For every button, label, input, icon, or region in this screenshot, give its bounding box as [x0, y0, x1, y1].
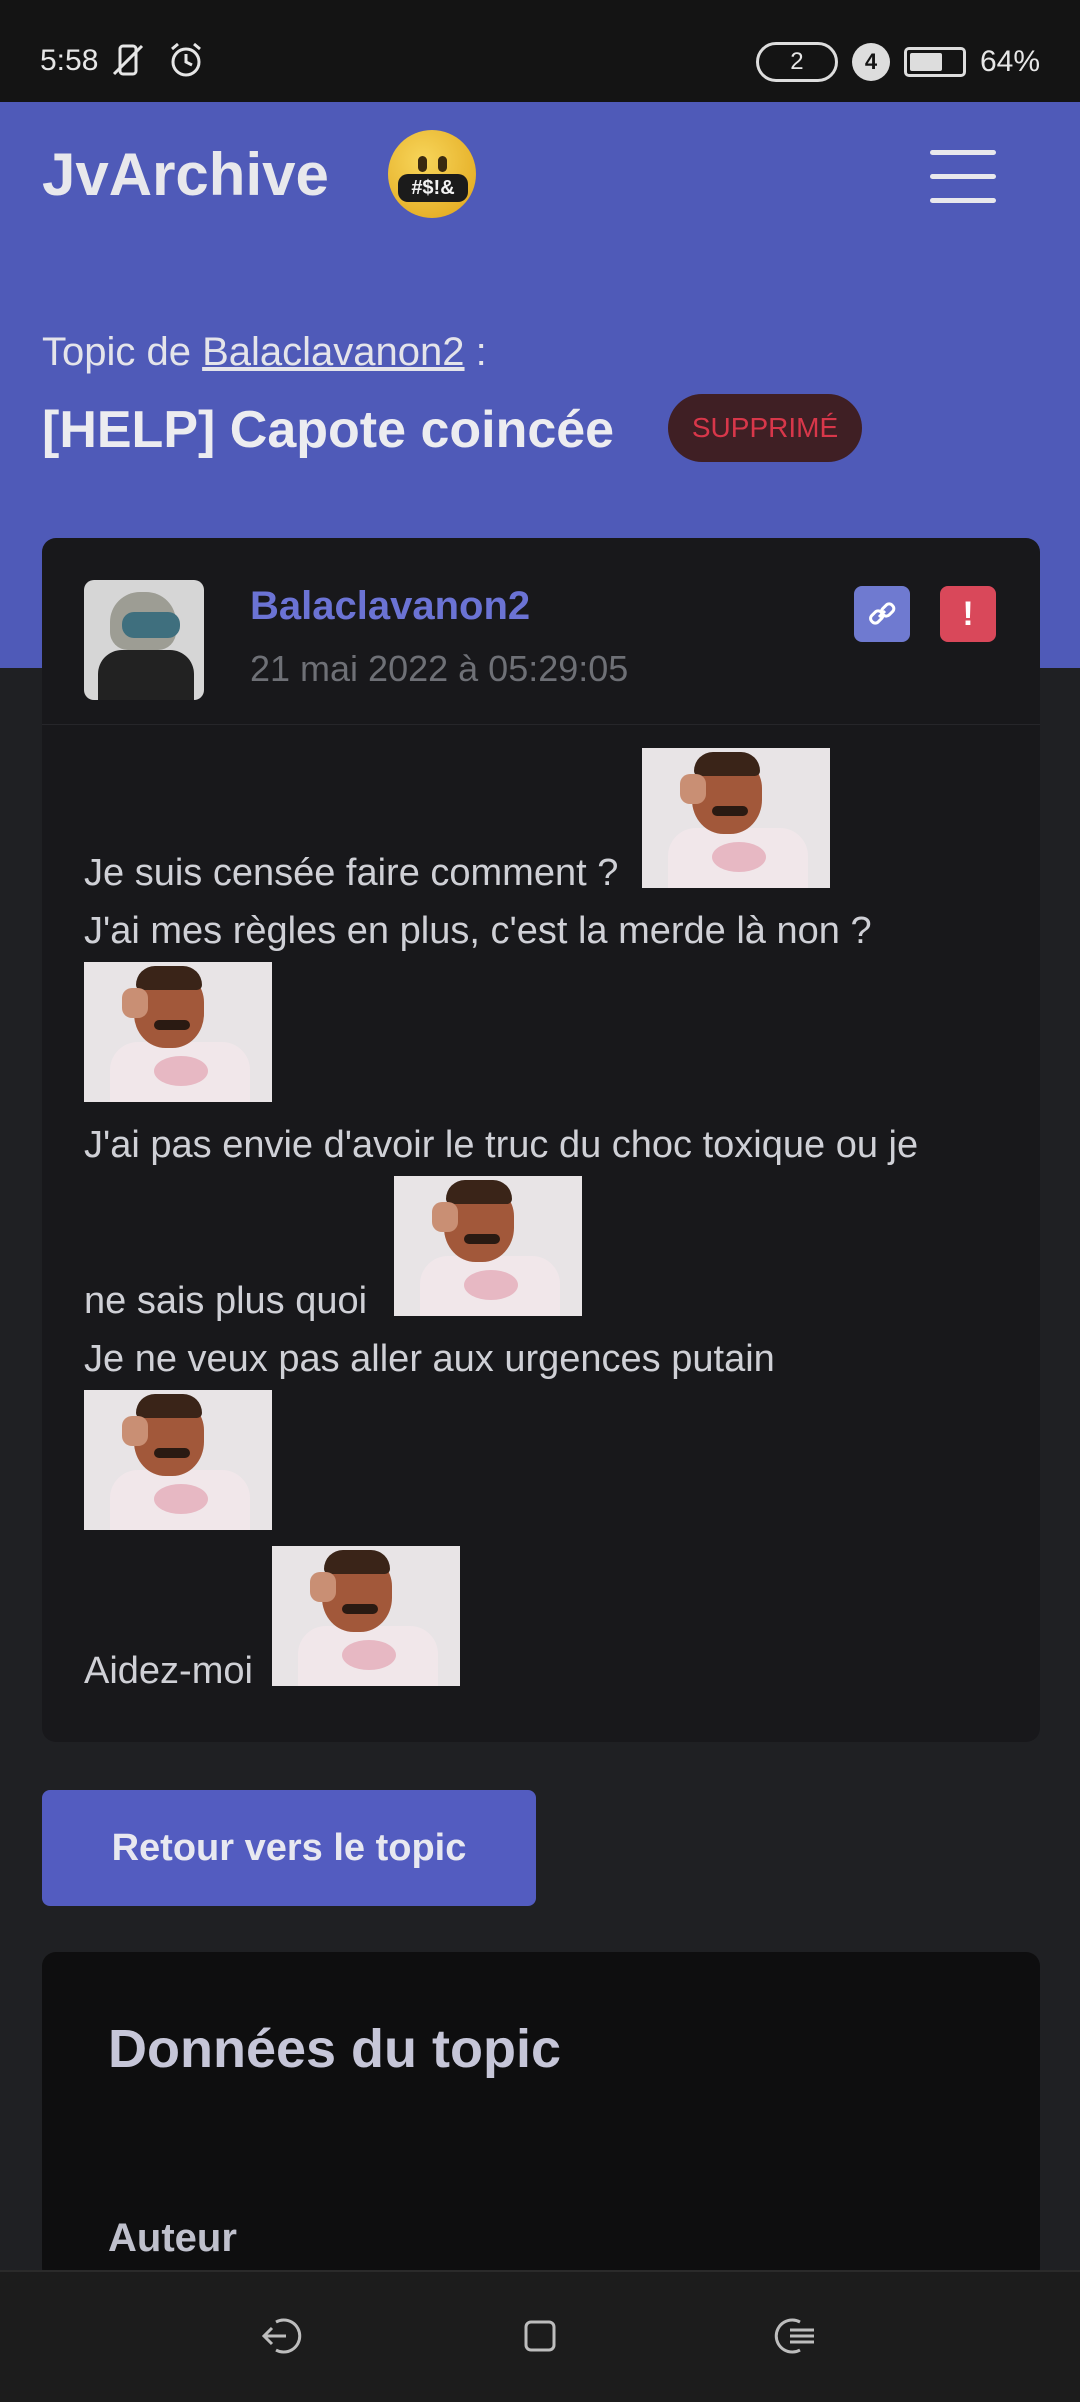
vibrate-off-icon [112, 44, 144, 76]
risitas-sticker-image [84, 962, 272, 1102]
post-author-link[interactable]: Balaclavanon2 [250, 584, 530, 629]
recent-apps-icon[interactable] [770, 2312, 818, 2360]
battery-icon [903, 47, 966, 77]
post-line: J'ai mes règles en plus, c'est la merde … [84, 910, 872, 952]
topic-data-title: Données du topic [108, 2019, 562, 2079]
link-icon [869, 602, 896, 625]
avatar [84, 580, 204, 700]
back-to-topic-button[interactable]: Retour vers le topic [42, 1790, 536, 1906]
status-time: 5:58 [40, 44, 99, 77]
page-title: [HELP] Capote coincée [42, 401, 615, 459]
network-icon: 4 [851, 43, 890, 81]
risitas-sticker-image [84, 1390, 272, 1530]
post-line: ne sais plus quoi [84, 1280, 368, 1322]
status-right-icons: 2 4 64% [755, 42, 1040, 82]
status-bar: 5:58 2 4 64% [0, 0, 1080, 102]
cursing-emoji-icon: #$!& [388, 130, 476, 218]
report-button[interactable]: ! [940, 586, 996, 642]
topic-suffix: : [464, 330, 487, 374]
battery-level: 64% [979, 45, 1040, 78]
deleted-status-badge: SUPPRIMÉ [668, 394, 862, 462]
sim-icon: 2 [755, 42, 838, 82]
exclamation-icon: ! [962, 595, 974, 633]
hamburger-menu-icon[interactable] [930, 150, 996, 204]
topic-data-author-label: Auteur [108, 2216, 237, 2260]
risitas-sticker-image [642, 748, 830, 888]
post-line: J'ai pas envie d'avoir le truc du choc t… [84, 1124, 919, 1166]
home-icon[interactable] [516, 2312, 564, 2360]
post-line: Je ne veux pas aller aux urgences putain [84, 1338, 775, 1380]
risitas-sticker-image [272, 1546, 460, 1686]
topic-data-card: Données du topic Auteur [42, 1952, 1040, 2282]
topic-prefix: Topic de [42, 330, 191, 374]
topic-author-link[interactable]: Balaclavanon2 [202, 330, 464, 374]
risitas-sticker-image [394, 1176, 582, 1316]
post-date: 21 mai 2022 à 05:29:05 [250, 648, 629, 689]
system-navigation-bar [0, 2270, 1080, 2402]
status-left-icons [108, 40, 206, 80]
divider [42, 724, 1040, 725]
post-card: Balaclavanon2 21 mai 2022 à 05:29:05 ! J… [42, 538, 1040, 1742]
back-icon[interactable] [258, 2312, 306, 2360]
alarm-icon [171, 42, 201, 77]
site-logo[interactable]: JvArchive [42, 140, 329, 209]
permalink-button[interactable] [854, 586, 910, 642]
post-line: Aidez-moi [84, 1650, 253, 1692]
topic-author-line: Topic de Balaclavanon2 : [42, 330, 487, 375]
post-line: Je suis censée faire comment ? [84, 852, 619, 894]
